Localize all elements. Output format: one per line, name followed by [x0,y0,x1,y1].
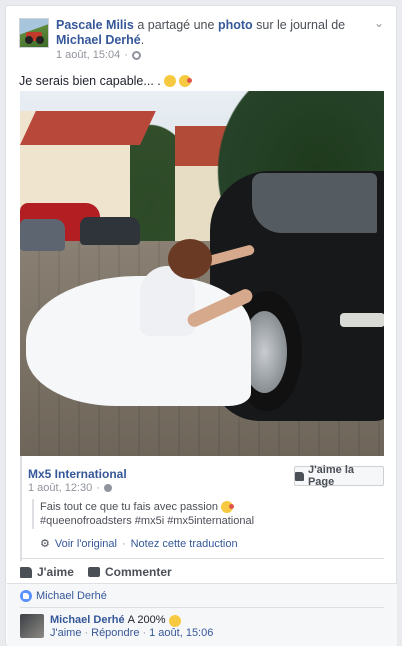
post-photo[interactable] [20,91,384,456]
likers-summary: Michael Derhé [20,590,107,602]
like-label: J'aime [37,565,74,579]
see-original-link[interactable]: Voir l'original [55,538,117,550]
shared-page-border [20,456,22,561]
post-meta: 1 août, 15:04 · [56,49,141,61]
likers-link[interactable]: Michael Derhé [36,590,107,602]
actions-divider [20,558,384,559]
commenter-avatar[interactable] [20,614,44,638]
globe-icon [103,484,112,492]
post-text-content: Je serais bien capable... . [19,74,161,88]
photo-headlight [340,313,384,327]
meta-separator: · [124,49,128,61]
comment-timestamp[interactable]: 1 août, 15:06 [149,627,213,640]
action-text-2: sur le journal de [256,18,346,32]
comment-actions: J'aime · Répondre · 1 août, 15:06 [50,627,213,640]
action-text: a partagé une [137,18,215,32]
comment: Michael Derhé A 200% J'aime · Répondre ·… [50,614,213,640]
post-header: Pascale Milis a partagé une photo sur le… [56,18,371,48]
comment-line: Michael Derhé A 200% [50,614,213,627]
shared-page-meta: 1 août, 12:30 · [28,482,112,494]
photo-dark-car [80,217,140,245]
translation-separator: · [121,537,126,550]
quote-border [32,499,34,529]
meta-separator: · [96,482,100,494]
comment-separator: · [84,627,89,639]
quote-text: Fais tout ce que tu fais avec passion [40,501,218,513]
avatar-wheel [25,36,33,44]
post-card: Pascale Milis a partagé une photo sur le… [5,5,397,646]
target-link[interactable]: Michael Derhé [56,33,141,47]
author-avatar[interactable] [19,18,49,48]
thumbs-up-icon [295,471,304,481]
like-page-button[interactable]: J'aime la Page [294,464,384,488]
kiss-emoji-icon [178,75,192,87]
grinning-emoji-icon [163,75,176,87]
chevron-down-icon[interactable]: ⌄ [374,17,384,29]
comment-author[interactable]: Michael Derhé [50,614,125,627]
like-reaction-icon [20,590,32,602]
photo-windshield [252,173,377,233]
gear-icon[interactable]: ⚙ [40,537,50,550]
shared-timestamp[interactable]: 1 août, 12:30 [28,482,92,494]
like-button[interactable]: J'aime [20,565,74,579]
photo-wedding-dress [26,276,251,406]
shared-page-name[interactable]: Mx5 International [28,467,127,481]
photo-link[interactable]: photo [218,18,253,32]
post-timestamp[interactable]: 1 août, 15:04 [56,49,120,61]
feedback-divider [20,607,384,608]
gear-icon[interactable] [131,50,141,60]
quote-hashtags[interactable]: #queenofroadsters #mx5i #mx5internationa… [40,515,254,527]
comment-label: Commenter [105,565,172,579]
avatar-wheel [36,36,44,44]
translation-bar: ⚙ Voir l'original · Notez cette traducti… [40,537,238,551]
comment-reply-link[interactable]: Répondre [91,627,139,640]
speech-bubble-icon [88,567,100,577]
comment-text: A 200% [127,614,166,626]
grinning-emoji-icon [168,614,181,627]
photo-roof-left [20,111,156,145]
period: . [140,33,145,47]
comment-button[interactable]: Commenter [88,565,172,579]
thumbs-up-icon [20,566,32,578]
comment-separator: · [142,627,147,639]
like-page-label: J'aime la Page [307,464,354,488]
comment-like-link[interactable]: J'aime [50,627,81,640]
kiss-emoji-icon [220,501,234,513]
photo-gray-car [20,219,65,251]
author-link[interactable]: Pascale Milis [56,18,134,32]
rate-translation-link[interactable]: Notez cette traduction [131,538,238,550]
post-text: Je serais bien capable... . [19,74,192,88]
photo-bride-head [168,239,212,279]
quote-line-1: Fais tout ce que tu fais avec passion [40,501,234,513]
